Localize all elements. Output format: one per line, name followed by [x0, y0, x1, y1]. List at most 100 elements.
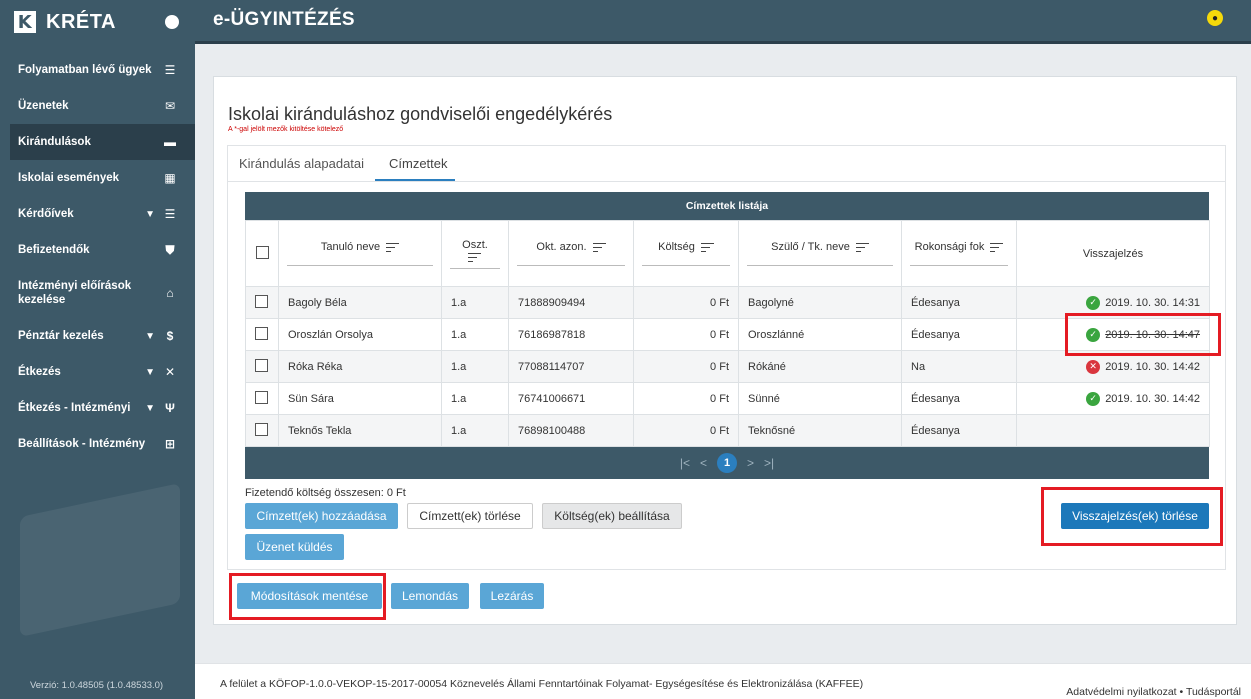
highlight-save-changes	[229, 573, 386, 620]
next-page-button[interactable]: >	[747, 456, 754, 470]
sidebar-item-settings-institution[interactable]: Beállítások - Intézmény ⊞	[0, 426, 195, 462]
table-row[interactable]: Sün Sára 1.a 76741006671 0 Ft Sünné Édes…	[245, 382, 1210, 415]
cell-cost: 0 Ft	[633, 382, 739, 415]
prev-page-button[interactable]: <	[700, 456, 707, 470]
page-number-button[interactable]: 1	[717, 453, 737, 473]
col-header-class[interactable]: Oszt.	[441, 220, 509, 287]
sidebar-toggle-dot[interactable]	[165, 15, 179, 29]
sidebar-item-payables[interactable]: Befizetendők ⛊	[0, 232, 195, 268]
pagination: |< < 1 > >|	[245, 447, 1209, 479]
col-header-relation[interactable]: Rokonsági fok	[901, 220, 1017, 287]
cell-class: 1.a	[441, 286, 509, 319]
cell-cost: 0 Ft	[633, 350, 739, 383]
sidebar-item-trips[interactable]: Kirándulások ▬	[10, 124, 195, 160]
filter-icon[interactable]	[386, 242, 400, 252]
top-header: e-ÜGYINTÉZÉS ●	[195, 0, 1251, 44]
active-tab-indicator	[375, 179, 455, 181]
list-icon: ☰	[164, 207, 176, 221]
check-circle-icon: ✓	[1086, 391, 1101, 406]
sidebar-item-ongoing-cases[interactable]: Folyamatban lévő ügyek ☰	[0, 52, 195, 88]
sidebar-background-decoration	[20, 482, 180, 638]
cancel-button[interactable]: Lemondás	[391, 583, 469, 609]
col-header-feedback: Visszajelzés	[1016, 220, 1210, 287]
close-button[interactable]: Lezárás	[480, 583, 544, 609]
cell-name: Róka Réka	[278, 350, 442, 383]
tab-trip-basics[interactable]: Kirándulás alapadatai	[239, 156, 364, 171]
cell-student-id: 77088114707	[508, 350, 634, 383]
cell-relation: Na	[901, 350, 1017, 383]
table-header-row: Tanuló neve Oszt. Okt. azon. Költség Szü	[245, 220, 1210, 287]
cell-relation: Édesanya	[901, 382, 1017, 415]
col-header-student-id[interactable]: Okt. azon.	[508, 220, 634, 287]
cell-class: 1.a	[441, 318, 509, 351]
kreta-logo-icon: K	[14, 11, 36, 33]
cell-parent: Sünné	[738, 382, 902, 415]
filter-input-line[interactable]	[517, 265, 625, 266]
col-header-cost[interactable]: Költség	[633, 220, 739, 287]
app-name: KRÉTA	[46, 10, 116, 33]
filter-input-line[interactable]	[910, 265, 1008, 266]
calendar-icon: ▦	[164, 171, 176, 185]
privacy-link[interactable]: Adatvédelmi nyilatkozat	[1066, 686, 1176, 698]
cell-class: 1.a	[441, 350, 509, 383]
cell-relation: Édesanya	[901, 318, 1017, 351]
chevron-down-icon[interactable]: ▼	[145, 367, 155, 378]
sidebar-item-meals-institution[interactable]: Étkezés - Intézményi ▼ Ψ	[0, 390, 195, 426]
cell-class: 1.a	[441, 382, 509, 415]
table-row[interactable]: Teknős Tekla 1.a 76898100488 0 Ft Teknős…	[245, 414, 1210, 447]
sidebar-item-cashier[interactable]: Pénztár kezelés ▼ $	[0, 318, 195, 354]
cell-name: Oroszlán Orsolya	[278, 318, 442, 351]
knowledge-portal-link[interactable]: Tudásportál	[1186, 686, 1241, 698]
set-cost-button[interactable]: Költség(ek) beállítása	[542, 503, 682, 529]
delete-recipient-button[interactable]: Címzett(ek) törlése	[407, 503, 533, 529]
first-page-button[interactable]: |<	[680, 456, 690, 470]
cell-cost: 0 Ft	[633, 286, 739, 319]
filter-icon[interactable]	[468, 252, 482, 262]
footer-separator: •	[1179, 686, 1184, 698]
cell-name: Teknős Tekla	[278, 414, 442, 447]
row-checkbox[interactable]	[255, 390, 268, 404]
row-checkbox[interactable]	[255, 326, 268, 340]
chevron-down-icon[interactable]: ▼	[145, 209, 155, 220]
sidebar-item-questionnaires[interactable]: Kérdőívek ▼ ☰	[0, 196, 195, 232]
last-page-button[interactable]: >|	[764, 456, 774, 470]
sidebar-item-institution-rules[interactable]: Intézményi előírások kezelése ⌂	[0, 268, 195, 318]
chevron-down-icon[interactable]: ▼	[145, 403, 155, 414]
chevron-down-icon[interactable]: ▼	[145, 331, 155, 342]
accessibility-icon[interactable]: ●	[1207, 10, 1223, 26]
row-checkbox[interactable]	[255, 422, 268, 436]
cell-parent: Bagolyné	[738, 286, 902, 319]
plus-square-icon: ⊞	[164, 437, 176, 451]
sidebar-item-messages[interactable]: Üzenetek ✉	[0, 88, 195, 124]
stamp-icon: ⛊	[165, 242, 175, 257]
row-checkbox[interactable]	[255, 358, 268, 372]
cell-feedback	[1016, 414, 1210, 447]
app-logo[interactable]: K KRÉTA	[0, 0, 195, 44]
filter-icon[interactable]	[700, 242, 714, 252]
fork-icon: Ψ	[165, 401, 175, 415]
filter-input-line[interactable]	[450, 267, 500, 269]
check-circle-icon: ✓	[1086, 295, 1101, 310]
x-circle-icon: ✕	[1086, 359, 1101, 374]
add-recipient-button[interactable]: Címzett(ek) hozzáadása	[245, 503, 398, 529]
utensils-icon: ✕	[164, 365, 176, 379]
filter-input-line[interactable]	[747, 265, 893, 266]
filter-icon[interactable]	[592, 242, 606, 252]
col-header-parent[interactable]: Szülő / Tk. neve	[738, 220, 902, 287]
filter-input-line[interactable]	[287, 265, 433, 266]
filter-icon[interactable]	[855, 242, 869, 252]
tab-recipients[interactable]: Címzettek	[389, 156, 448, 171]
row-checkbox[interactable]	[255, 294, 268, 308]
filter-input-line[interactable]	[642, 265, 730, 266]
col-header-name[interactable]: Tanuló neve	[278, 220, 442, 287]
filter-icon[interactable]	[990, 242, 1004, 252]
mail-icon: ✉	[164, 99, 176, 113]
cell-parent: Rókáné	[738, 350, 902, 383]
select-all-checkbox[interactable]	[255, 245, 269, 259]
list-icon: ☰	[164, 63, 176, 77]
sidebar: K KRÉTA Folyamatban lévő ügyek ☰ Üzenete…	[0, 0, 195, 699]
sidebar-item-school-events[interactable]: Iskolai események ▦	[0, 160, 195, 196]
send-message-button[interactable]: Üzenet küldés	[245, 534, 344, 560]
sidebar-item-meals[interactable]: Étkezés ▼ ✕	[0, 354, 195, 390]
cell-relation: Édesanya	[901, 286, 1017, 319]
